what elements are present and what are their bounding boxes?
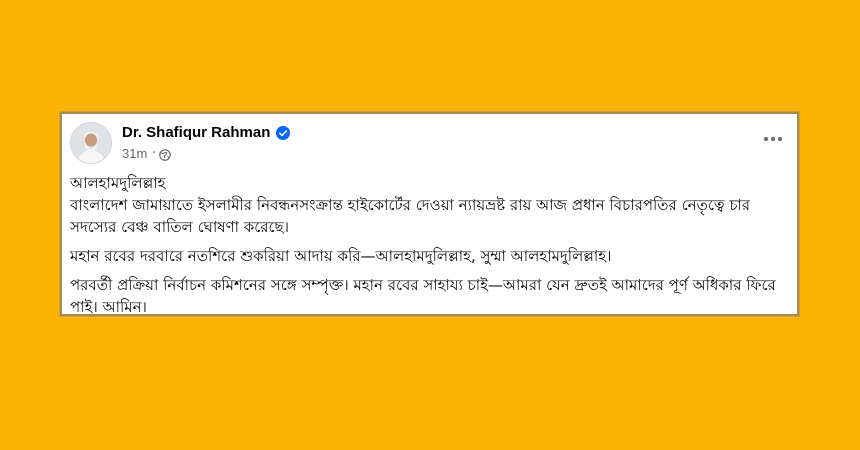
verified-badge-icon xyxy=(276,126,290,140)
post-paragraph: পরবর্তী প্রক্রিয়া নির্বাচন কমিশনের সঙ্গ… xyxy=(70,274,785,318)
post-line: আলহামদুলিল্লাহ xyxy=(70,174,166,192)
more-options-icon xyxy=(764,137,782,141)
post-text: আলহামদুলিল্লাহ বাংলাদেশ জামায়াতে ইসলামী… xyxy=(70,172,785,325)
facebook-post-card: Dr. Shafiqur Rahman 31m · আলহামদুলিল্লাহ… xyxy=(60,112,799,316)
post-paragraph: মহান রবের দরবারে নতশিরে শুকরিয়া আদায় ক… xyxy=(70,245,785,267)
author-avatar[interactable] xyxy=(70,122,112,164)
more-options-button[interactable] xyxy=(761,130,785,148)
post-line: মহান রবের দরবারে নতশিরে শুকরিয়া আদায় ক… xyxy=(70,247,612,265)
post-line: বাংলাদেশ জামায়াতে ইসলামীর নিবন্ধনসংক্রা… xyxy=(70,196,751,236)
avatar-image xyxy=(71,123,111,163)
post-line: পরবর্তী প্রক্রিয়া নির্বাচন কমিশনের সঙ্গ… xyxy=(70,276,776,316)
post-paragraph: আলহামদুলিল্লাহ বাংলাদেশ জামায়াতে ইসলামী… xyxy=(70,172,785,238)
globe-icon[interactable] xyxy=(159,149,171,161)
post-timestamp[interactable]: 31m xyxy=(122,146,147,161)
author-name[interactable]: Dr. Shafiqur Rahman xyxy=(122,124,270,141)
meta-separator: · xyxy=(152,146,157,161)
